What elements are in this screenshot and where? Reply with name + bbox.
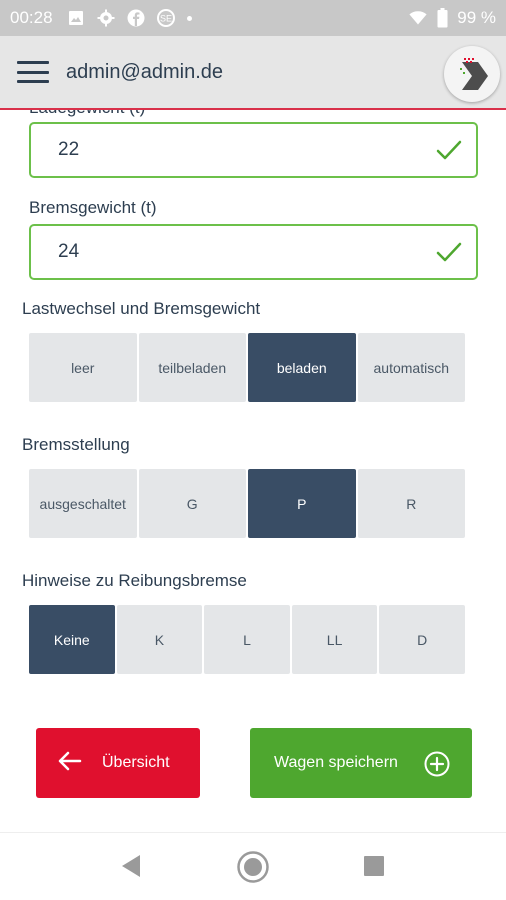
status-icons: SE <box>67 9 192 27</box>
app-logo-icon[interactable] <box>444 46 500 102</box>
save-wagon-button-label: Wagen speichern <box>274 754 398 771</box>
facebook-icon <box>127 9 145 27</box>
brake-setting-option-ausgeschaltet[interactable]: ausgeschaltet <box>29 469 137 538</box>
friction-brake-option-keine[interactable]: Keine <box>29 605 115 674</box>
svg-text:SE: SE <box>160 14 172 24</box>
friction-brake-label: Hinweise zu Reibungsbremse <box>22 571 247 590</box>
partial-field-label: Ladegewicht (t) <box>29 110 145 118</box>
wifi-icon <box>409 9 427 27</box>
brake-setting-option-r[interactable]: R <box>357 469 465 538</box>
friction-brake-option-d[interactable]: D <box>379 605 465 674</box>
save-wagon-button[interactable]: Wagen speichern <box>250 728 472 798</box>
overview-button-label: Übersicht <box>102 754 170 771</box>
settings-icon <box>97 9 115 27</box>
status-right: 99 % <box>409 8 496 28</box>
load-weight-field[interactable]: 22 <box>29 122 478 178</box>
brake-weight-label: Bremsgewicht (t) <box>29 198 157 217</box>
image-icon <box>67 9 85 27</box>
app-bar-title: admin@admin.de <box>66 60 224 83</box>
arrow-left-icon <box>58 751 82 776</box>
status-time: 00:28 <box>10 8 53 27</box>
overview-button[interactable]: Übersicht <box>36 728 200 798</box>
brake-setting-selector: ausgeschaltet G P R <box>29 469 465 538</box>
form-content: Ladegewicht (t) 22 Bremsgewicht (t) 24 L… <box>0 110 506 832</box>
battery-level: 99 % <box>457 8 496 27</box>
brake-setting-label: Bremsstellung <box>22 435 130 454</box>
check-icon <box>436 138 462 168</box>
battery-icon <box>433 8 451 28</box>
app-bar: admin@admin.de <box>0 36 506 110</box>
friction-brake-option-l[interactable]: L <box>204 605 290 674</box>
load-change-label: Lastwechsel und Bremsgewicht <box>22 299 261 318</box>
load-change-option-leer[interactable]: leer <box>29 333 137 402</box>
status-bar: 00:28 SE 99 % <box>0 0 506 36</box>
nav-recents-icon[interactable] <box>364 856 384 876</box>
add-circle-icon <box>424 751 450 782</box>
dot-icon <box>186 15 192 21</box>
load-change-option-teilbeladen[interactable]: teilbeladen <box>138 333 246 402</box>
brake-setting-option-g[interactable]: G <box>138 469 246 538</box>
load-change-option-beladen[interactable]: beladen <box>248 333 356 402</box>
nav-back-icon[interactable] <box>120 853 142 884</box>
brake-weight-value: 24 <box>58 241 80 262</box>
nav-home-icon[interactable] <box>236 850 270 889</box>
brake-setting-option-p[interactable]: P <box>248 469 356 538</box>
load-change-selector: leer teilbeladen beladen automatisch <box>29 333 465 402</box>
navigation-bar <box>0 832 506 900</box>
check-icon <box>436 240 462 270</box>
friction-brake-selector: Keine K L LL D <box>29 605 465 674</box>
friction-brake-option-k[interactable]: K <box>116 605 203 674</box>
hamburger-menu-icon[interactable] <box>17 61 49 83</box>
brake-weight-field[interactable]: 24 <box>29 224 478 280</box>
friction-brake-option-ll[interactable]: LL <box>291 605 378 674</box>
load-weight-value: 22 <box>58 139 80 160</box>
app-icon: SE <box>156 9 175 27</box>
load-change-option-automatisch[interactable]: automatisch <box>357 333 465 402</box>
